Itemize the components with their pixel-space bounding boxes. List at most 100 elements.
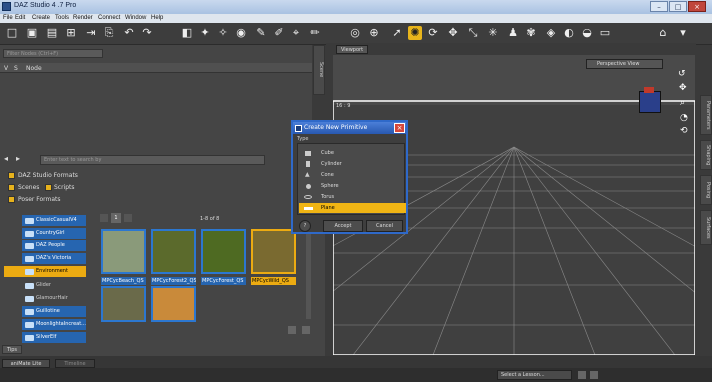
spot-render-icon[interactable]: ✎ <box>254 26 268 40</box>
tab-animate-lite[interactable]: aniMate Lite <box>2 359 50 368</box>
maximize-button[interactable]: □ <box>669 1 687 12</box>
cancel-button[interactable]: Cancel <box>366 220 403 232</box>
geometry-editor-icon[interactable]: ✾ <box>524 26 538 40</box>
option-cube[interactable]: Cube <box>299 148 406 158</box>
tab-surfaces[interactable]: Surfaces <box>700 210 712 245</box>
asset-thumbnail[interactable] <box>151 229 196 274</box>
folder-item[interactable]: SilverElf <box>22 332 86 343</box>
paint-icon[interactable]: ✐ <box>272 26 286 40</box>
render-icon[interactable]: ◧ <box>180 26 194 40</box>
option-plane[interactable]: Plane <box>299 203 406 213</box>
translate-tool-icon[interactable]: ✥ <box>446 26 460 40</box>
asset-thumbnail-selected[interactable] <box>251 229 296 274</box>
tab-tips[interactable]: Tips <box>2 345 22 354</box>
pointer-tool-icon[interactable]: ➚ <box>390 26 404 40</box>
open-icon[interactable]: ▣ <box>25 26 39 40</box>
import-icon[interactable]: ⇥ <box>84 26 98 40</box>
camera-icon[interactable]: ◉ <box>234 26 248 40</box>
merge-icon[interactable]: ⊞ <box>64 26 78 40</box>
option-cylinder[interactable]: Cylinder <box>299 159 406 169</box>
lesson-prev-icon[interactable] <box>578 371 586 379</box>
option-cone[interactable]: ▲ Cone <box>299 170 406 180</box>
asset-thumbnail[interactable] <box>201 229 246 274</box>
node-icon[interactable]: ◈ <box>544 26 558 40</box>
page-prev-icon[interactable] <box>100 214 108 222</box>
folder-item[interactable]: CountryGirl <box>22 228 86 239</box>
folder-item[interactable]: DAZ's Victoria <box>22 253 86 264</box>
lesson-selector[interactable]: Select a Lesson... <box>497 370 572 380</box>
menu-connect[interactable]: Connect <box>98 15 120 21</box>
region-icon[interactable]: ⊕ <box>367 26 381 40</box>
daz-formats-checkbox[interactable] <box>8 172 15 179</box>
surface-selection-icon[interactable]: ◎ <box>348 26 362 40</box>
rotate-view-icon[interactable]: ↺ <box>678 69 686 79</box>
menu-help[interactable]: Help <box>151 15 163 21</box>
figure-icon[interactable]: ♟ <box>506 26 520 40</box>
column-visible[interactable]: V <box>4 65 8 72</box>
rotate-tool-icon[interactable]: ⟳ <box>426 26 440 40</box>
draw-icon[interactable]: ✏ <box>308 26 322 40</box>
menu-create[interactable]: Create <box>32 15 50 21</box>
tab-parameters[interactable]: Parameters <box>700 95 712 135</box>
node-weight-icon[interactable]: ✦ <box>198 26 212 40</box>
option-torus[interactable]: Torus <box>299 192 406 202</box>
scale-tool-icon[interactable]: ⤡ <box>466 26 480 40</box>
scripts-checkbox[interactable] <box>45 184 52 191</box>
content-search-input[interactable]: Enter text to search by <box>40 155 265 165</box>
folder-item[interactable]: DAZ People <box>22 240 86 251</box>
spotlight-icon[interactable]: ◒ <box>580 26 594 40</box>
tab-shaping[interactable]: Shaping <box>700 140 712 170</box>
home-icon[interactable]: ⌂ <box>656 26 670 40</box>
asset-thumbnail[interactable] <box>101 286 146 322</box>
tab-timeline[interactable]: Timeline <box>55 359 95 368</box>
pin-icon[interactable]: ⌖ <box>289 26 303 40</box>
poser-formats-checkbox[interactable] <box>8 196 15 203</box>
pan-view-icon[interactable]: ✥ <box>679 83 687 93</box>
orbit-view-icon[interactable]: ◔ <box>680 113 688 123</box>
universal-tool-icon[interactable]: ✺ <box>408 26 422 40</box>
folder-item[interactable]: ClassicCasualV4 <box>22 215 86 226</box>
joint-editor-icon[interactable]: ✧ <box>216 26 230 40</box>
page-number-button[interactable]: 1 <box>111 213 121 223</box>
help-button[interactable]: ? <box>299 220 311 232</box>
new-scene-icon[interactable]: □ <box>5 26 19 40</box>
folder-item[interactable]: GlamourHair <box>22 293 86 304</box>
folder-item[interactable]: MoonlightaIncreat... <box>22 319 86 330</box>
tab-posing[interactable]: Posing <box>700 175 712 205</box>
export-icon[interactable]: ⎘ <box>102 26 116 40</box>
dialog-close-icon[interactable]: × <box>394 123 405 133</box>
minimize-button[interactable]: – <box>650 1 668 12</box>
frame-view-icon[interactable]: ⟲ <box>680 126 688 136</box>
asset-thumbnail[interactable] <box>101 229 146 274</box>
scenes-checkbox[interactable] <box>8 184 15 191</box>
menu-render[interactable]: Render <box>73 15 93 21</box>
view-selector[interactable]: Perspective View <box>586 59 663 69</box>
option-sphere[interactable]: Sphere <box>299 181 406 191</box>
forward-icon[interactable]: ▸ <box>16 155 24 163</box>
asset-thumbnail[interactable] <box>151 286 196 322</box>
close-button[interactable]: × <box>688 1 706 12</box>
thumbnail-scrollbar[interactable] <box>306 229 311 319</box>
lesson-next-icon[interactable] <box>590 371 598 379</box>
light-icon[interactable]: ◐ <box>562 26 576 40</box>
folder-item[interactable]: Guillotine <box>22 306 86 317</box>
save-icon[interactable]: ▤ <box>45 26 59 40</box>
back-icon[interactable]: ◂ <box>4 155 12 163</box>
layout-icon[interactable]: ▾ <box>676 26 690 40</box>
folder-item[interactable]: Glider <box>22 280 86 291</box>
copy-icon[interactable] <box>288 326 296 334</box>
scene-filter-input[interactable]: Filter Nodes (Ctrl+F) <box>3 49 103 58</box>
undo-icon[interactable]: ↶ <box>122 26 136 40</box>
accept-button[interactable]: Accept <box>323 220 363 232</box>
zoom-view-icon[interactable]: ⌕ <box>680 98 685 108</box>
menu-window[interactable]: Window <box>125 15 146 21</box>
tab-scene[interactable]: Scene <box>313 45 325 95</box>
column-select[interactable]: S <box>14 65 18 72</box>
redo-icon[interactable]: ↷ <box>140 26 154 40</box>
active-pose-icon[interactable]: ✳ <box>486 26 500 40</box>
delete-icon[interactable] <box>302 326 310 334</box>
view-cube-icon[interactable] <box>639 91 661 113</box>
page-next-icon[interactable] <box>124 214 132 222</box>
menu-tools[interactable]: Tools <box>55 15 69 21</box>
menu-edit[interactable]: Edit <box>15 15 25 21</box>
